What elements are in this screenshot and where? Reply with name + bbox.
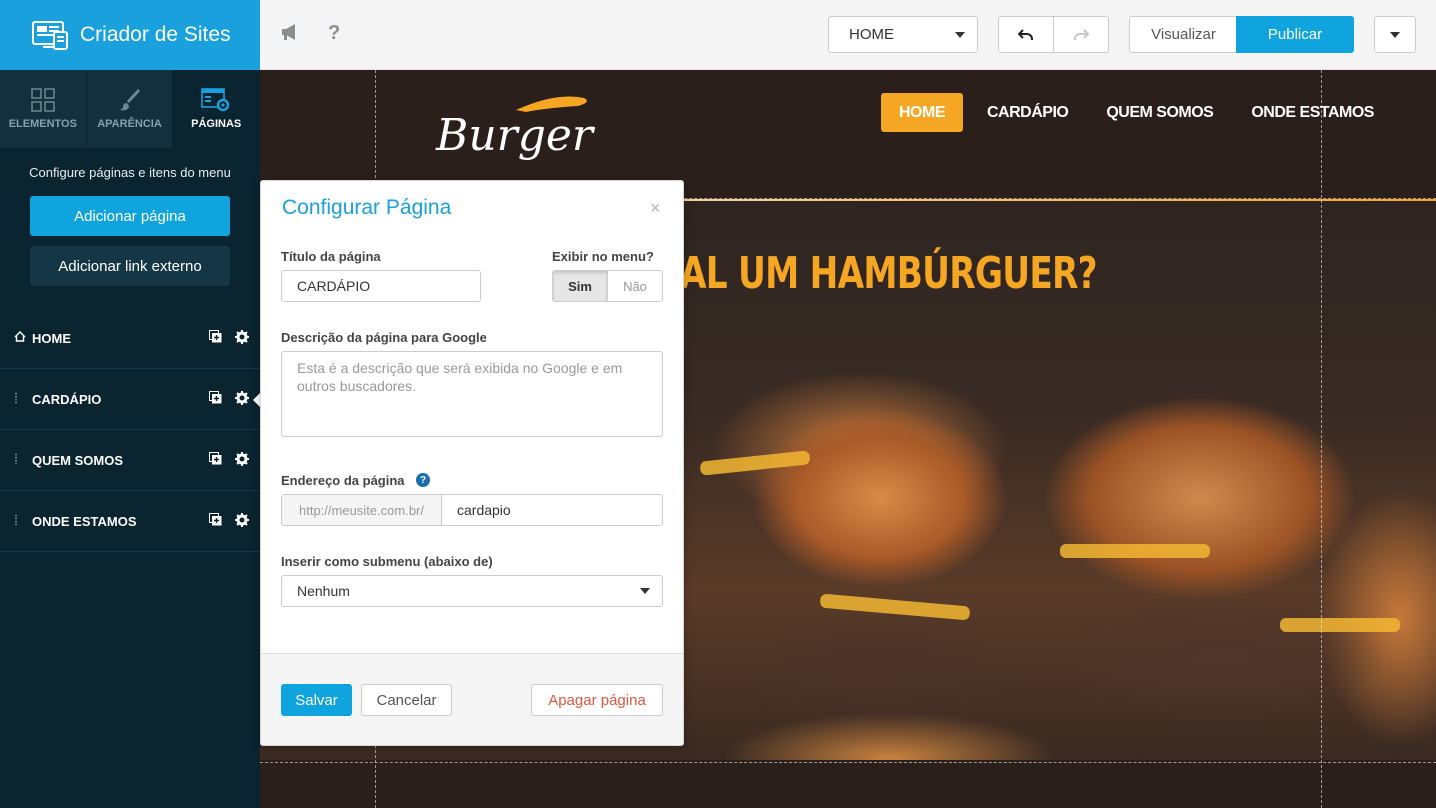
sidebar-item-cardapio[interactable]: CARDÁPIO	[0, 369, 261, 430]
brush-icon	[119, 88, 140, 111]
sidebar: ELEMENTOS APARÊNCIA PÁGINAS Configure pá…	[0, 70, 261, 808]
add-page-button[interactable]: Adicionar página	[30, 196, 230, 236]
megaphone-icon[interactable]	[280, 22, 302, 48]
undo-button[interactable]	[999, 17, 1054, 52]
sidebar-item-label: ONDE ESTAMOS	[32, 513, 137, 529]
address-slug-input[interactable]: cardapio	[441, 494, 663, 526]
show-in-menu-toggle: Sim Não	[552, 270, 663, 302]
logo-text: Burger	[436, 110, 593, 161]
app-title: Criador de Sites	[80, 23, 231, 46]
site-nav-quem-somos[interactable]: QUEM SOMOS	[1088, 93, 1231, 132]
description-textarea[interactable]: Esta é a descrição que será exibida no G…	[281, 351, 663, 437]
guide-line	[1321, 70, 1322, 808]
hero-headline[interactable]: TAL UM HAMBÚRGUER?	[660, 248, 1098, 299]
caret-down-icon	[955, 31, 965, 38]
preview-button[interactable]: Visualizar	[1129, 16, 1237, 53]
drag-handle-icon[interactable]	[14, 391, 32, 407]
sidebar-item-home[interactable]: HOME	[0, 308, 260, 369]
address-label: Endereço da página	[281, 473, 405, 488]
toggle-yes[interactable]: Sim	[553, 271, 608, 301]
grid-icon	[31, 88, 55, 112]
page-list: HOME CARDÁPIO QUEM SOMOS ONDE ESTAMOS	[0, 308, 261, 552]
home-icon	[14, 331, 32, 345]
submenu-label: Inserir como submenu (abaixo de)	[281, 554, 493, 569]
sidebar-tabs: ELEMENTOS APARÊNCIA PÁGINAS	[0, 70, 261, 148]
sidebar-item-label: CARDÁPIO	[32, 391, 102, 407]
address-prefix: http://meusite.com.br/	[281, 494, 441, 526]
gear-icon[interactable]	[235, 452, 249, 469]
gear-icon[interactable]	[235, 513, 249, 530]
site-nav: HOME CARDÁPIO QUEM SOMOS ONDE ESTAMOS	[881, 93, 1392, 132]
gear-icon[interactable]	[235, 391, 249, 408]
description-label: Descrição da página para Google	[281, 330, 487, 345]
duplicate-icon[interactable]	[209, 452, 222, 468]
drag-handle-icon[interactable]	[14, 513, 32, 529]
cancel-button[interactable]: Cancelar	[361, 684, 452, 716]
site-nav-onde-estamos[interactable]: ONDE ESTAMOS	[1233, 93, 1392, 132]
delete-page-button[interactable]: Apagar página	[531, 684, 663, 716]
tab-aparencia[interactable]: APARÊNCIA	[86, 70, 174, 148]
page-select-value: HOME	[849, 26, 894, 43]
publish-button[interactable]: Publicar	[1236, 16, 1354, 53]
page-select-dropdown[interactable]: HOME	[828, 16, 978, 53]
site-nav-cardapio[interactable]: CARDÁPIO	[969, 93, 1086, 132]
top-toolbar: ? HOME Visualizar Publicar	[260, 0, 1436, 70]
sidebar-item-label: HOME	[32, 330, 71, 346]
help-icon[interactable]: ?	[328, 22, 340, 45]
duplicate-icon[interactable]	[209, 513, 222, 529]
submenu-select-value: Nenhum	[297, 583, 350, 599]
toggle-no[interactable]: Não	[608, 271, 662, 301]
show-in-menu-label: Exibir no menu?	[552, 249, 654, 264]
undo-icon	[1018, 28, 1033, 40]
sidebar-item-label: QUEM SOMOS	[32, 452, 124, 468]
tab-paginas[interactable]: PÁGINAS	[173, 70, 261, 148]
page-title-input[interactable]: CARDÁPIO	[281, 270, 481, 302]
add-external-link-button[interactable]: Adicionar link externo	[30, 246, 230, 286]
sidebar-item-onde-estamos[interactable]: ONDE ESTAMOS	[0, 491, 260, 552]
save-button[interactable]: Salvar	[281, 684, 352, 716]
pages-settings-icon	[201, 88, 230, 112]
undo-redo-group	[998, 16, 1109, 53]
gear-icon[interactable]	[235, 330, 249, 347]
submenu-select[interactable]: Nenhum	[281, 575, 663, 607]
website-builder-icon	[32, 21, 68, 50]
caret-down-icon	[1390, 31, 1400, 38]
brand-header: Criador de Sites	[0, 0, 260, 70]
sidebar-item-quem-somos[interactable]: QUEM SOMOS	[0, 430, 260, 491]
more-options-button[interactable]	[1374, 16, 1416, 53]
site-nav-home[interactable]: HOME	[881, 93, 963, 132]
sidebar-description: Configure páginas e itens do menu	[29, 165, 231, 180]
drag-handle-icon[interactable]	[14, 452, 32, 468]
duplicate-icon[interactable]	[209, 330, 222, 346]
configure-page-modal: Configurar Página × Título da página CAR…	[260, 180, 684, 746]
help-icon[interactable]: ?	[416, 473, 430, 487]
redo-button[interactable]	[1054, 17, 1108, 52]
tab-elementos-label: ELEMENTOS	[8, 118, 77, 130]
tab-paginas-label: PÁGINAS	[191, 118, 242, 130]
guide-line	[260, 762, 1436, 763]
tab-aparencia-label: APARÊNCIA	[97, 118, 162, 130]
page-title-label: Título da página	[281, 249, 381, 264]
site-logo[interactable]: Burger	[426, 88, 596, 178]
tab-elementos[interactable]: ELEMENTOS	[0, 70, 87, 148]
redo-icon	[1074, 28, 1089, 40]
close-icon[interactable]: ×	[650, 198, 661, 219]
modal-footer: Salvar Cancelar Apagar página	[261, 653, 683, 745]
modal-title: Configurar Página	[282, 196, 452, 219]
caret-down-icon	[640, 588, 650, 594]
duplicate-icon[interactable]	[209, 391, 222, 407]
